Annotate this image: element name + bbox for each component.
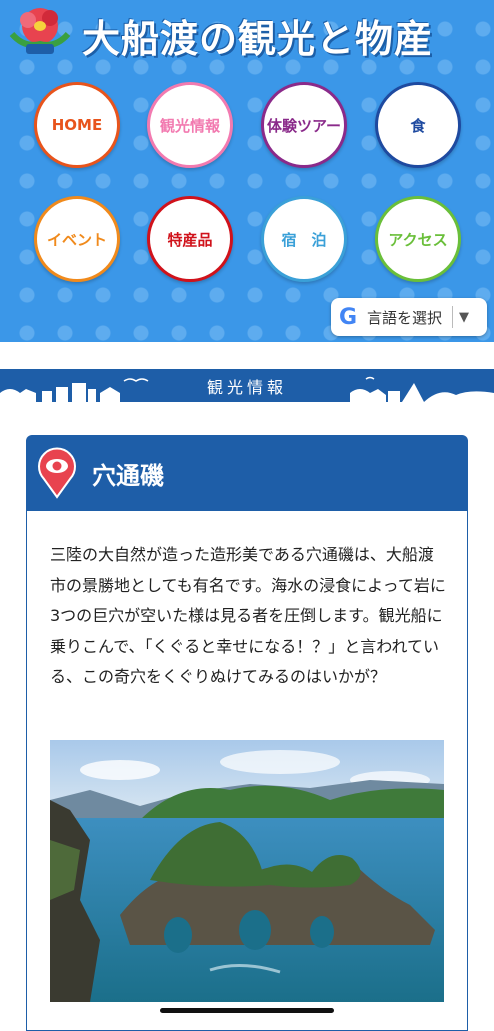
google-icon: G [338,304,358,330]
nav-event-button[interactable]: イベント [34,196,120,282]
language-selector-divider [452,306,454,328]
article-description: 三陸の大自然が造った造形美である穴通磯は、大船渡市の景勝地としても有名です。海水… [50,545,446,686]
article-photo [50,740,444,1002]
eye-pin-icon [38,447,76,499]
home-indicator [160,1008,334,1013]
article-title: 穴通磯 [92,461,164,490]
section-banner-label: 観光情報 [206,377,287,397]
nav-tour-button[interactable]: 体験ツアー [261,82,347,168]
dropdown-arrow-icon[interactable]: ▼ [459,310,469,325]
nav-lodging-button[interactable]: 宿 泊 [261,196,347,282]
nav-food-button[interactable]: 食 [375,82,461,168]
nav-products-button[interactable]: 特産品 [147,196,233,282]
language-selector[interactable]: G 言語を選択 ▼ [331,298,487,336]
site-title: 大船渡の観光と物産 [82,17,434,61]
language-selector-label: 言語を選択 [367,308,443,327]
section-banner: 観光情報 [0,369,494,402]
site-logo[interactable] [4,4,76,56]
site-header: 大船渡の観光と物産 HOME 観光情報 体験ツアー食イベント 特産品宿 泊アクセス G… [0,0,494,342]
nav-access-button[interactable]: アクセス [375,196,461,282]
nav-sightseeing-button[interactable]: 観光情報 [147,82,233,168]
article-header: 穴通磯 [26,435,468,511]
nav-home-button[interactable]: HOME [34,82,120,168]
